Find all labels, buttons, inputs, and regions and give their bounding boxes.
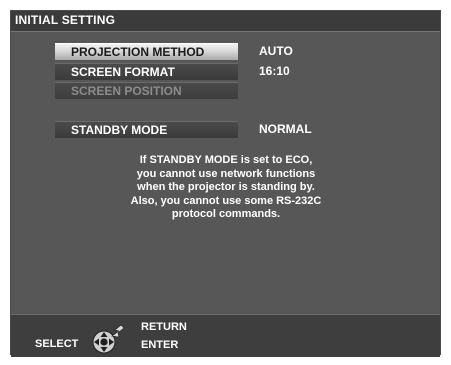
standby-notice: If STANDBY MODE is set to ECO, you canno… xyxy=(111,154,341,222)
notice-line: Also, you cannot use some RS-232C xyxy=(130,194,322,207)
initial-setting-screen: INITIAL SETTING PROJECTION METHOD AUTO S… xyxy=(10,10,441,357)
title-bar: INITIAL SETTING xyxy=(11,11,440,32)
notice-line: protocol commands. xyxy=(171,208,281,220)
return-arrow-icon xyxy=(111,324,125,338)
notice-line: you cannot use network functions xyxy=(136,167,316,180)
menu-item-screen-position: SCREEN POSITION xyxy=(55,82,238,99)
menu-item-label: SCREEN POSITION xyxy=(71,84,182,98)
menu-item-label: SCREEN FORMAT xyxy=(71,65,175,79)
screen-format-value: 16:10 xyxy=(259,64,290,78)
projection-method-value: AUTO xyxy=(259,44,293,58)
return-label: RETURN xyxy=(141,321,187,333)
menu-item-screen-format[interactable]: SCREEN FORMAT xyxy=(55,63,238,80)
menu-item-projection-method[interactable]: PROJECTION METHOD xyxy=(55,43,238,60)
select-label: SELECT xyxy=(35,338,79,350)
footer-guide: SELECT RETURN ENTER xyxy=(11,314,440,357)
menu-item-label: STANDBY MODE xyxy=(71,123,168,137)
menu-item-label: PROJECTION METHOD xyxy=(71,45,205,59)
menu-item-standby-mode[interactable]: STANDBY MODE xyxy=(55,121,238,138)
notice-line: If STANDBY MODE is set to ECO, xyxy=(139,154,313,166)
standby-mode-value: NORMAL xyxy=(259,122,312,136)
screen-title: INITIAL SETTING xyxy=(15,13,116,27)
notice-line: when the projector is standing by. xyxy=(137,181,315,193)
enter-label: ENTER xyxy=(141,339,179,351)
